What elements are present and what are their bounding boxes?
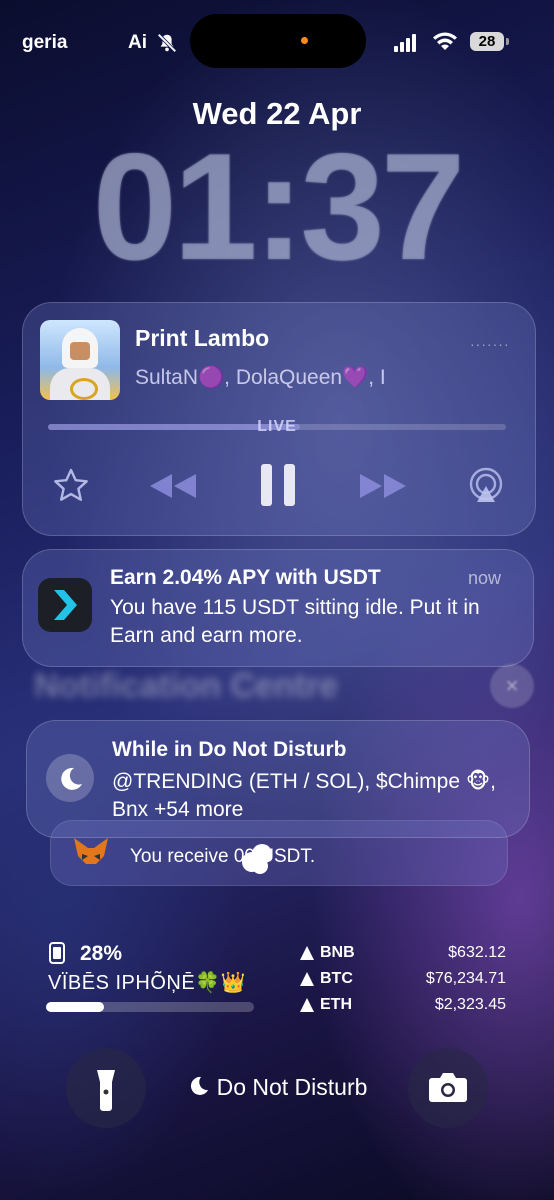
carrier-label: geria <box>22 32 68 53</box>
crypto-row[interactable]: BTC $76,234.71 <box>300 970 506 994</box>
metamask-fox-icon <box>74 838 108 864</box>
crypto-symbol: ETH <box>320 996 352 1013</box>
crypto-price: $76,234.71 <box>425 970 506 987</box>
crypto-row[interactable]: BNB $632.12 <box>300 944 506 968</box>
moon-icon <box>46 754 94 802</box>
notification-time: now <box>468 568 502 588</box>
notification-title: Earn 2.04% APY with USDT <box>110 566 381 589</box>
battery-level-fill <box>46 1002 105 1012</box>
clear-notifications-button[interactable]: × <box>490 664 534 708</box>
crypto-symbol: BNB <box>320 944 355 961</box>
fast-forward-icon[interactable] <box>356 466 410 506</box>
pause-icon[interactable] <box>258 462 298 508</box>
more-options-icon[interactable]: ······· <box>470 336 510 352</box>
wifi-icon <box>433 32 457 50</box>
dnd-title: While in Do Not Disturb <box>112 738 347 761</box>
bell-slash-icon <box>157 33 177 53</box>
lock-time: 01:37 <box>92 122 466 292</box>
up-arrow-icon <box>300 998 314 1012</box>
up-arrow-icon <box>300 972 314 986</box>
album-art[interactable] <box>40 320 120 400</box>
star-icon[interactable] <box>52 466 90 506</box>
focus-mode-text: Do Not Disturb <box>216 1074 368 1100</box>
notification-centre-header: Notification Centre <box>34 667 339 705</box>
privacy-indicator <box>301 37 308 44</box>
airplay-icon[interactable] <box>466 466 506 506</box>
live-badge: LIVE <box>257 418 297 435</box>
notification-body: You have 115 USDT sitting idle. Put it i… <box>110 596 480 647</box>
moon-icon <box>190 1076 208 1095</box>
device-name: VÏBĒS IPHÕŅĒ🍀👑 <box>48 972 246 994</box>
camera-button[interactable] <box>408 1048 488 1128</box>
rewind-icon[interactable] <box>146 466 200 506</box>
phone-icon <box>49 942 65 964</box>
crypto-row[interactable]: ETH $2,323.45 <box>300 996 506 1020</box>
crypto-symbol: BTC <box>320 970 353 987</box>
battery-indicator: 28 <box>470 32 509 51</box>
battery-level-bar <box>46 1002 254 1012</box>
song-artists: SultaN🟣, DolaQueen💜, I <box>135 366 386 389</box>
crypto-price: $2,323.45 <box>434 996 506 1013</box>
battery-percent: 28% <box>80 942 123 965</box>
dynamic-island[interactable] <box>190 14 366 68</box>
chevron-right-logo-icon <box>54 590 77 620</box>
stacked-notification-text: You receive 00 USDT. <box>130 846 316 867</box>
live-badge-wrap: LIVE <box>0 418 554 436</box>
camera-icon <box>429 1073 467 1102</box>
touch-indicator <box>242 844 272 874</box>
dnd-body: @TRENDING (ETH / SOL), $Chimpe 🐵, Bnx +5… <box>112 770 496 821</box>
app-icon <box>38 578 92 632</box>
song-title: Print Lambo <box>135 325 270 351</box>
up-arrow-icon <box>300 946 314 960</box>
crypto-price: $632.12 <box>448 944 506 961</box>
ai-label: Ai <box>128 32 147 53</box>
cellular-signal-icon <box>394 34 418 52</box>
